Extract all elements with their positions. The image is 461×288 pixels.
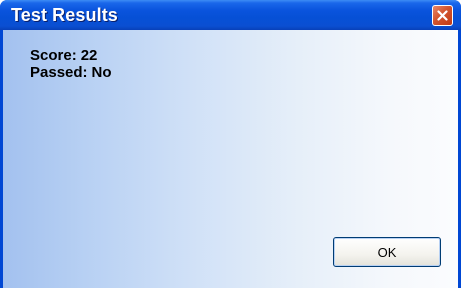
close-icon [437, 10, 448, 21]
passed-value: No [91, 64, 112, 81]
window-title: Test Results [11, 5, 118, 25]
passed-line: Passed: No [30, 64, 112, 81]
score-label: Score: [30, 47, 77, 64]
ok-button[interactable]: OK [333, 237, 441, 267]
close-button[interactable] [432, 5, 453, 26]
passed-label: Passed: [30, 64, 88, 81]
results-block: Score: 22 Passed: No [30, 47, 112, 81]
test-results-dialog: Test Results Score: 22 Passed: No OK [0, 0, 461, 288]
title-bar[interactable]: Test Results [0, 0, 461, 30]
score-value: 22 [80, 47, 98, 64]
score-line: Score: 22 [30, 47, 112, 64]
